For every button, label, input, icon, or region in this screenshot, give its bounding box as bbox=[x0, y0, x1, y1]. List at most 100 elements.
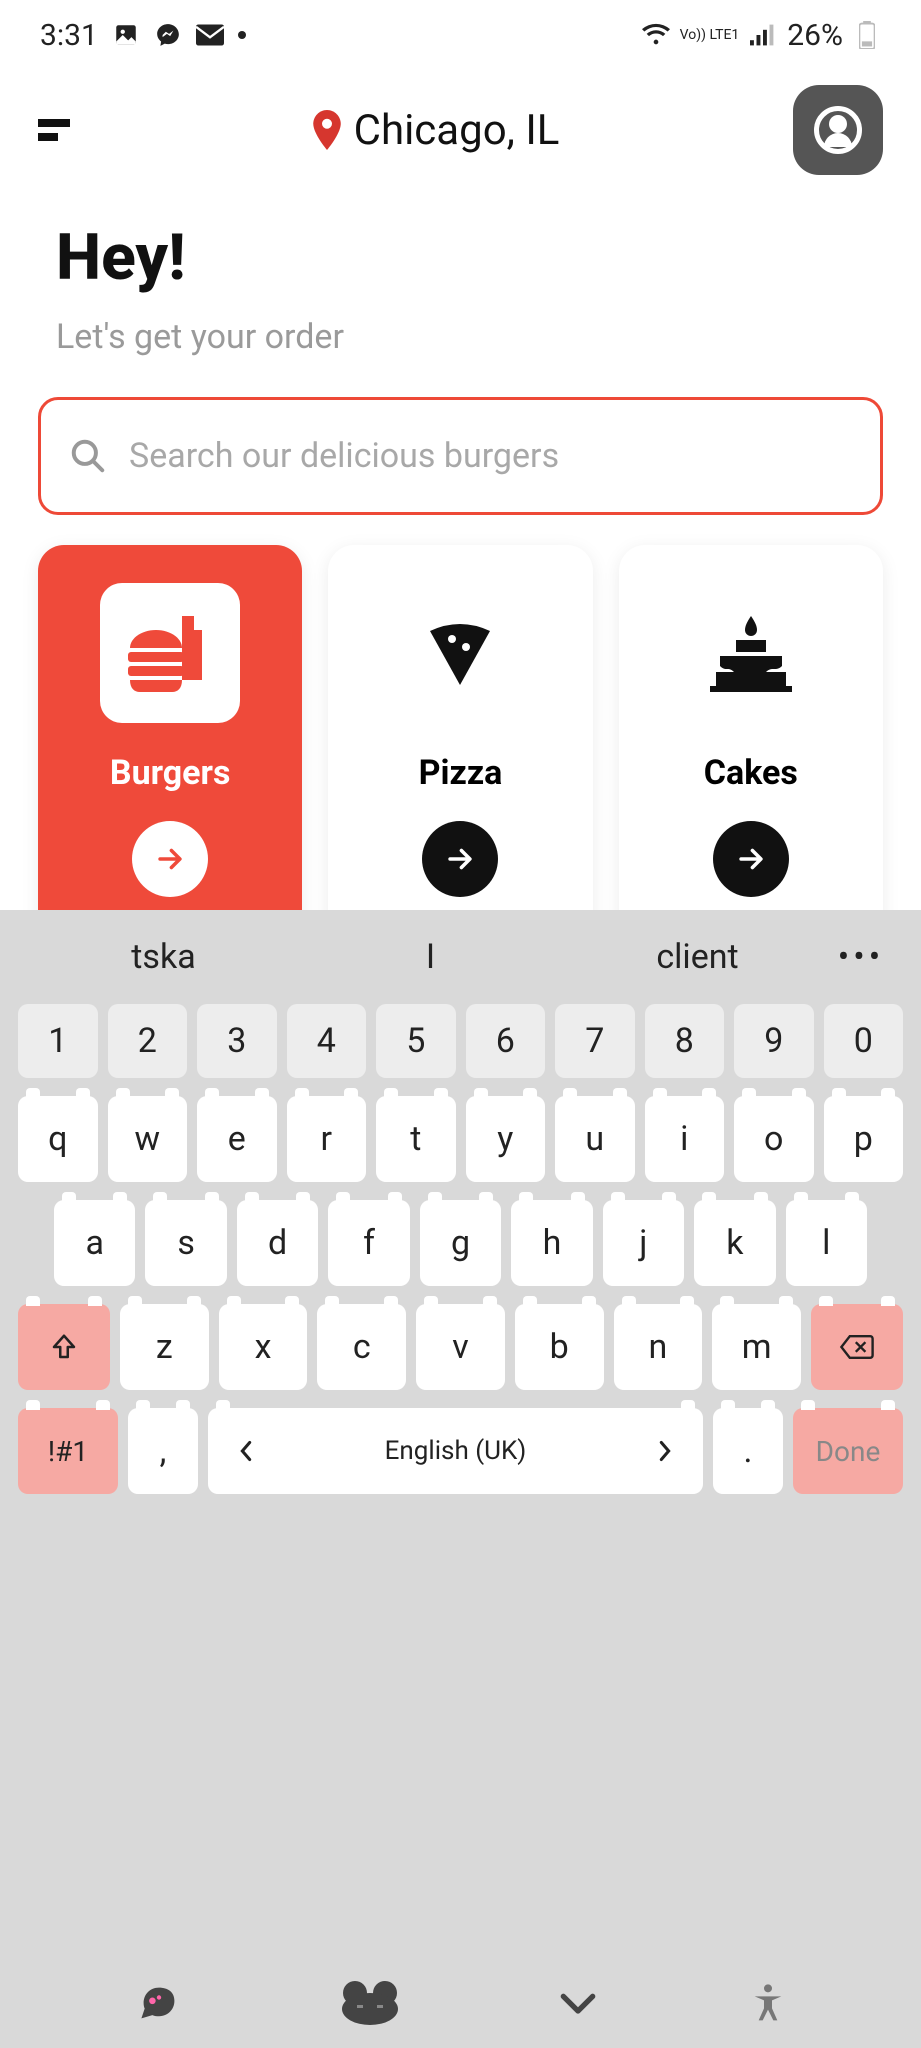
suggestion-3[interactable]: client bbox=[564, 937, 831, 977]
battery-icon bbox=[853, 21, 881, 49]
suggestion-1[interactable]: tska bbox=[30, 937, 297, 977]
nav-home-icon[interactable] bbox=[335, 1979, 405, 2027]
greeting-section: Hey! Let's get your order bbox=[0, 190, 921, 367]
messenger-icon bbox=[154, 21, 182, 49]
key-f[interactable]: f bbox=[328, 1200, 409, 1286]
key-e[interactable]: e bbox=[197, 1096, 277, 1182]
gallery-icon bbox=[112, 21, 140, 49]
system-navbar bbox=[0, 1958, 921, 2048]
status-left: 3:31 bbox=[40, 18, 246, 53]
location-selector[interactable]: Chicago, IL bbox=[312, 106, 560, 155]
key-0[interactable]: 0 bbox=[824, 1004, 904, 1078]
key-1[interactable]: 1 bbox=[18, 1004, 98, 1078]
key-4[interactable]: 4 bbox=[287, 1004, 367, 1078]
key-k[interactable]: k bbox=[694, 1200, 775, 1286]
key-w[interactable]: w bbox=[108, 1096, 188, 1182]
key-period[interactable]: . bbox=[713, 1408, 783, 1494]
key-space[interactable]: English (UK) bbox=[208, 1408, 703, 1494]
key-row-asdf: a s d f g h j k l bbox=[18, 1200, 903, 1286]
key-shift[interactable] bbox=[18, 1304, 110, 1390]
key-5[interactable]: 5 bbox=[376, 1004, 456, 1078]
key-u[interactable]: u bbox=[555, 1096, 635, 1182]
location-text: Chicago, IL bbox=[354, 106, 560, 155]
chevron-right-icon bbox=[657, 1440, 673, 1462]
space-label: English (UK) bbox=[385, 1436, 527, 1466]
key-d[interactable]: d bbox=[237, 1200, 318, 1286]
key-a[interactable]: a bbox=[54, 1200, 135, 1286]
key-s[interactable]: s bbox=[145, 1200, 226, 1286]
arrow-right-icon bbox=[132, 821, 208, 897]
signal-icon bbox=[749, 21, 777, 49]
location-pin-icon bbox=[312, 110, 342, 150]
pizza-icon bbox=[390, 583, 530, 723]
key-z[interactable]: z bbox=[120, 1304, 209, 1390]
status-right: Vo)) LTE1 26% bbox=[642, 18, 881, 53]
nav-accessibility-icon[interactable] bbox=[752, 1983, 784, 2023]
arrow-right-icon bbox=[422, 821, 498, 897]
category-pizza[interactable]: Pizza bbox=[328, 545, 592, 965]
key-n[interactable]: n bbox=[614, 1304, 703, 1390]
key-h[interactable]: h bbox=[511, 1200, 592, 1286]
key-row-qwerty: q w e r t y u i o p bbox=[18, 1096, 903, 1182]
network-label: Vo)) LTE1 bbox=[680, 28, 740, 42]
suggestion-more-icon[interactable]: ••• bbox=[831, 937, 891, 977]
categories-row: Burgers Pizza Cakes bbox=[0, 515, 921, 965]
wifi-icon bbox=[642, 21, 670, 49]
cake-icon bbox=[681, 583, 821, 723]
search-box[interactable] bbox=[38, 397, 883, 515]
shift-icon bbox=[49, 1332, 79, 1362]
suggestion-2[interactable]: I bbox=[297, 937, 564, 977]
search-input[interactable] bbox=[129, 436, 852, 476]
profile-button[interactable] bbox=[793, 85, 883, 175]
backspace-icon bbox=[839, 1333, 875, 1361]
keyboard: tska I client ••• 1 2 3 4 5 6 7 8 9 0 q … bbox=[0, 910, 921, 2048]
key-7[interactable]: 7 bbox=[555, 1004, 635, 1078]
category-cakes[interactable]: Cakes bbox=[619, 545, 883, 965]
greeting-subtitle: Let's get your order bbox=[56, 317, 865, 357]
key-9[interactable]: 9 bbox=[734, 1004, 814, 1078]
key-i[interactable]: i bbox=[645, 1096, 725, 1182]
battery-percent: 26% bbox=[787, 18, 843, 53]
key-p[interactable]: p bbox=[824, 1096, 904, 1182]
greeting-title: Hey! bbox=[56, 220, 865, 295]
key-m[interactable]: m bbox=[712, 1304, 801, 1390]
arrow-right-icon bbox=[713, 821, 789, 897]
key-r[interactable]: r bbox=[287, 1096, 367, 1182]
key-y[interactable]: y bbox=[466, 1096, 546, 1182]
suggestion-row: tska I client ••• bbox=[0, 910, 921, 1004]
key-g[interactable]: g bbox=[420, 1200, 501, 1286]
key-done[interactable]: Done bbox=[793, 1408, 903, 1494]
chevron-left-icon bbox=[238, 1440, 254, 1462]
status-bar: 3:31 Vo)) LTE1 26% bbox=[0, 0, 921, 70]
category-label: Burgers bbox=[110, 753, 231, 793]
key-6[interactable]: 6 bbox=[466, 1004, 546, 1078]
key-l[interactable]: l bbox=[786, 1200, 867, 1286]
key-b[interactable]: b bbox=[515, 1304, 604, 1390]
app-header: Chicago, IL bbox=[0, 70, 921, 190]
key-symbols[interactable]: !#1 bbox=[18, 1408, 118, 1494]
nav-back-icon[interactable] bbox=[558, 1990, 598, 2016]
key-j[interactable]: j bbox=[603, 1200, 684, 1286]
category-burgers[interactable]: Burgers bbox=[38, 545, 302, 965]
burger-icon bbox=[100, 583, 240, 723]
key-v[interactable]: v bbox=[416, 1304, 505, 1390]
key-2[interactable]: 2 bbox=[108, 1004, 188, 1078]
key-comma[interactable]: , bbox=[128, 1408, 198, 1494]
category-label: Cakes bbox=[704, 753, 798, 793]
key-t[interactable]: t bbox=[376, 1096, 456, 1182]
key-q[interactable]: q bbox=[18, 1096, 98, 1182]
status-dot bbox=[238, 31, 246, 39]
nav-recent-icon[interactable] bbox=[137, 1983, 181, 2023]
menu-icon[interactable] bbox=[38, 110, 78, 150]
status-time: 3:31 bbox=[40, 18, 98, 53]
key-row-bottom: !#1 , English (UK) . Done bbox=[18, 1408, 903, 1494]
key-8[interactable]: 8 bbox=[645, 1004, 725, 1078]
key-x[interactable]: x bbox=[219, 1304, 308, 1390]
key-c[interactable]: c bbox=[317, 1304, 406, 1390]
search-icon bbox=[69, 437, 107, 475]
key-backspace[interactable] bbox=[811, 1304, 903, 1390]
avatar-icon bbox=[814, 106, 862, 154]
key-row-numbers: 1 2 3 4 5 6 7 8 9 0 bbox=[18, 1004, 903, 1078]
key-3[interactable]: 3 bbox=[197, 1004, 277, 1078]
key-o[interactable]: o bbox=[734, 1096, 814, 1182]
